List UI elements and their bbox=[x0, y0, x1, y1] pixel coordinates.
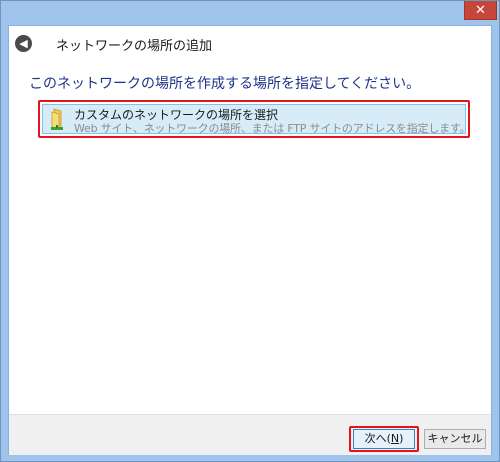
back-arrow-icon: ◀ bbox=[19, 37, 28, 50]
instruction-text: このネットワークの場所を作成する場所を指定してください。 bbox=[29, 76, 421, 92]
network-folder-icon bbox=[51, 108, 63, 130]
add-network-location-window: ✕ ◀ ネットワークの場所の追加 このネットワークの場所を作成する場所を指定して… bbox=[0, 0, 500, 462]
highlight-frame-custom-location: カスタムのネットワークの場所を選択 Web サイト、ネットワークの場所、または … bbox=[38, 100, 471, 138]
option-description: Web サイト、ネットワークの場所、または FTP サイトのアドレスを指定します… bbox=[74, 122, 471, 135]
highlight-frame-next: 次へ(N) bbox=[349, 426, 419, 452]
wizard-header: ◀ ネットワークの場所の追加 bbox=[9, 26, 491, 62]
cancel-button[interactable]: キャンセル bbox=[424, 429, 486, 449]
wizard-content: ◀ ネットワークの場所の追加 このネットワークの場所を作成する場所を指定してくだ… bbox=[8, 25, 492, 455]
close-icon: ✕ bbox=[475, 3, 486, 18]
next-button[interactable]: 次へ(N) bbox=[353, 429, 415, 449]
close-button[interactable]: ✕ bbox=[464, 1, 497, 20]
wizard-title: ネットワークの場所の追加 bbox=[56, 39, 213, 54]
back-button[interactable]: ◀ bbox=[15, 35, 32, 52]
next-label-suffix: ) bbox=[399, 432, 404, 445]
next-mnemonic: N bbox=[390, 432, 400, 445]
custom-network-location-option[interactable]: カスタムのネットワークの場所を選択 Web サイト、ネットワークの場所、または … bbox=[42, 104, 471, 135]
next-label: 次へ( bbox=[364, 432, 391, 445]
title-bar[interactable]: ✕ bbox=[1, 1, 499, 25]
button-bar: 次へ(N) キャンセル bbox=[9, 414, 491, 455]
